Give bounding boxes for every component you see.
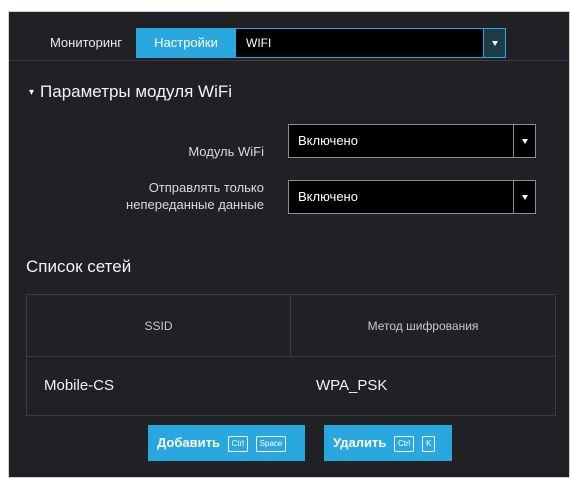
shortcut-key: Ctrl [227, 436, 249, 452]
networks-list-title: Список сетей [26, 257, 132, 276]
wifi-params-title-text: Параметры модуля WiFi [40, 82, 233, 101]
triangle-down-icon: ▾ [29, 87, 35, 98]
send-unsent-label: Отправлять только непереданные данные [126, 179, 264, 213]
section-select-value: WIFI [246, 36, 272, 50]
send-unsent-label-line1: Отправлять только [148, 180, 264, 195]
section-select[interactable]: WIFI [235, 28, 506, 58]
shortcut-key: Space [255, 436, 287, 452]
chevron-down-icon [491, 41, 498, 46]
settings-panel: Мониторинг Настройки WIFI ▾ Параметры мод… [8, 11, 570, 478]
send-unsent-value: Включено [298, 189, 358, 204]
column-header-encryption[interactable]: Метод шифрования [291, 295, 555, 357]
section-dropdown-button[interactable] [483, 29, 505, 57]
networks-table: SSID Метод шифрования Mobile-CS WPA_PSK [26, 294, 556, 416]
send-unsent-dropdown-button[interactable] [513, 181, 535, 213]
wifi-params-section-title[interactable]: ▾ Параметры модуля WiFi [29, 82, 232, 102]
column-header-ssid[interactable]: SSID [27, 295, 291, 357]
delete-network-button[interactable]: Удалить Ctrl K [324, 425, 452, 461]
top-bar: Мониторинг Настройки WIFI [9, 12, 569, 61]
tab-settings[interactable]: Настройки [136, 28, 236, 58]
shortcut-key: K [422, 436, 436, 452]
cell-ssid: Mobile-CS [44, 377, 115, 394]
wifi-module-dropdown-button[interactable] [513, 125, 535, 157]
add-network-button[interactable]: Добавить Ctrl Space [148, 425, 305, 461]
shortcut-key: Ctrl [393, 436, 415, 452]
send-unsent-select[interactable]: Включено [288, 180, 536, 214]
chevron-down-icon [521, 139, 528, 144]
wifi-module-select[interactable]: Включено [288, 124, 536, 158]
wifi-module-value: Включено [298, 133, 358, 148]
wifi-module-label: Модуль WiFi [188, 144, 264, 159]
send-unsent-label-line2: непереданные данные [126, 197, 264, 212]
tab-monitoring[interactable]: Мониторинг [33, 28, 139, 58]
chevron-down-icon [521, 195, 528, 200]
add-button-label: Добавить [157, 435, 220, 450]
cell-encryption: WPA_PSK [316, 377, 388, 394]
delete-button-label: Удалить [333, 435, 387, 450]
